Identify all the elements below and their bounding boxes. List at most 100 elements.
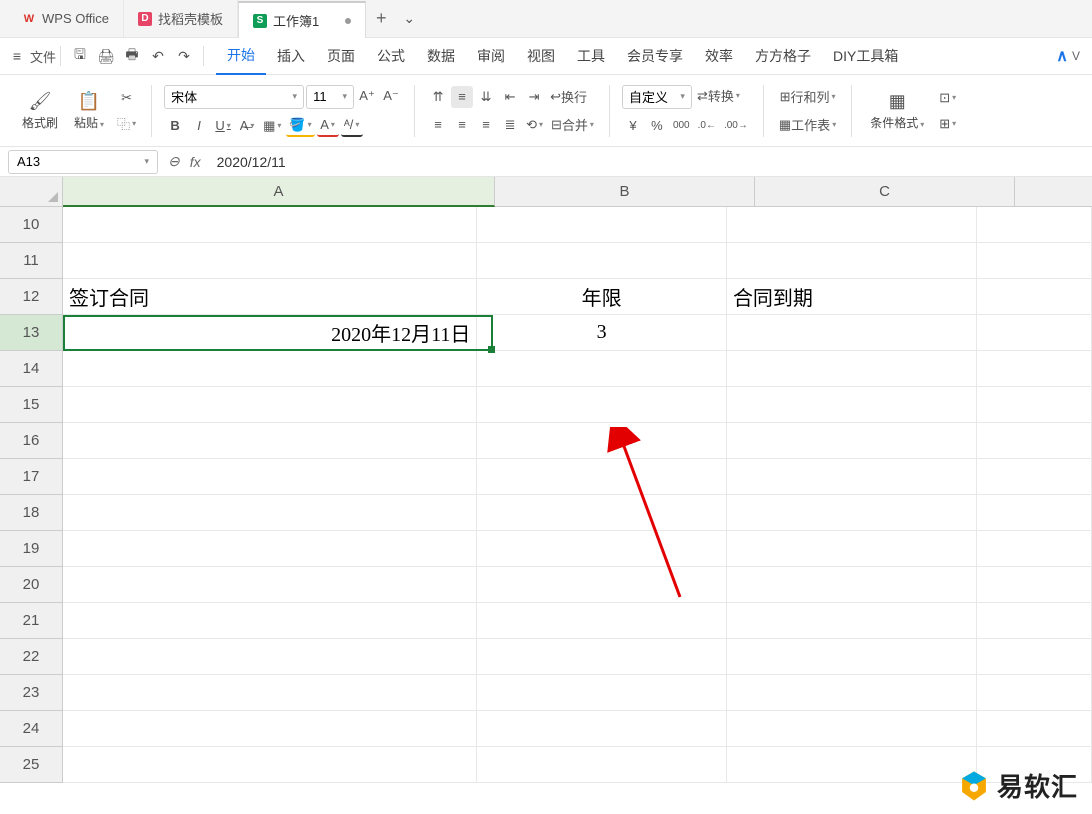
cancel-fx-button[interactable]: ⊖ (168, 153, 180, 170)
row-header-25[interactable]: 25 (0, 747, 63, 783)
cell-C25[interactable] (727, 747, 977, 783)
cell-C18[interactable] (727, 495, 977, 531)
row-header-16[interactable]: 16 (0, 423, 63, 459)
docer-tab[interactable]: D 找稻壳模板 (124, 0, 238, 37)
cell-C24[interactable] (727, 711, 977, 747)
row-header-13[interactable]: 13 (0, 315, 63, 351)
save-button[interactable]: 🖫 (67, 43, 93, 69)
convert-button[interactable]: ⇄转换▾ (694, 85, 743, 107)
cell-B21[interactable] (477, 603, 727, 639)
format-painter-button[interactable]: 🖌 格式刷 (16, 87, 64, 135)
cell-D12[interactable] (977, 279, 1092, 315)
tab-review[interactable]: 审阅 (466, 38, 516, 75)
cell-C19[interactable] (727, 531, 977, 567)
undo-button[interactable]: ↶ (145, 43, 171, 69)
font-size-select[interactable]: 11▾ (306, 85, 354, 109)
redo-button[interactable]: ↷ (171, 43, 197, 69)
cell-B12[interactable]: 年限 (477, 279, 727, 315)
number-format-select[interactable]: 自定义▾ (622, 85, 692, 109)
cell-C11[interactable] (727, 243, 977, 279)
tab-ffgz[interactable]: 方方格子 (744, 38, 822, 75)
rows-cols-button[interactable]: ⊞行和列▾ (776, 86, 839, 108)
cell-B16[interactable] (477, 423, 727, 459)
align-right-button[interactable]: ≡ (475, 114, 497, 136)
tab-view[interactable]: 视图 (516, 38, 566, 75)
row-header-21[interactable]: 21 (0, 603, 63, 639)
hamburger-button[interactable]: ≡ (4, 43, 30, 69)
row-header-18[interactable]: 18 (0, 495, 63, 531)
cell-A25[interactable] (63, 747, 477, 783)
cells-area[interactable]: 签订合同年限合同到期2020年12月11日3 (63, 207, 1092, 814)
worksheet-button[interactable]: ▦工作表▾ (776, 114, 839, 136)
decrease-font-button[interactable]: A⁻ (380, 85, 402, 107)
align-bottom-button[interactable]: ⇊ (475, 86, 497, 108)
cell-B20[interactable] (477, 567, 727, 603)
align-left-button[interactable]: ≡ (427, 114, 449, 136)
cell-B11[interactable] (477, 243, 727, 279)
cell-B14[interactable] (477, 351, 727, 387)
strikethrough-button[interactable]: A̶▾ (236, 115, 258, 137)
cell-A13[interactable]: 2020年12月11日 (63, 315, 477, 351)
fill-color-button[interactable]: 🪣▾ (286, 115, 314, 137)
cell-D16[interactable] (977, 423, 1092, 459)
font-color-button[interactable]: A▾ (317, 115, 339, 137)
cell-A21[interactable] (63, 603, 477, 639)
cond-format-button[interactable]: ▦ 条件格式▾ (864, 87, 930, 135)
row-header-19[interactable]: 19 (0, 531, 63, 567)
col-header-c[interactable]: C (755, 177, 1015, 207)
align-top-button[interactable]: ⇈ (427, 86, 449, 108)
cell-C17[interactable] (727, 459, 977, 495)
cell-A11[interactable] (63, 243, 477, 279)
cell-A15[interactable] (63, 387, 477, 423)
underline-button[interactable]: U▾ (212, 115, 234, 137)
select-all-corner[interactable] (0, 177, 63, 207)
increase-font-button[interactable]: A⁺ (356, 85, 378, 107)
row-header-11[interactable]: 11 (0, 243, 63, 279)
cell-A14[interactable] (63, 351, 477, 387)
cell-D19[interactable] (977, 531, 1092, 567)
cell-B22[interactable] (477, 639, 727, 675)
cell-C10[interactable] (727, 207, 977, 243)
percent-button[interactable]: % (646, 115, 668, 137)
cell-B13[interactable]: 3 (477, 315, 727, 351)
row-header-24[interactable]: 24 (0, 711, 63, 747)
cell-B23[interactable] (477, 675, 727, 711)
tab-data[interactable]: 数据 (416, 38, 466, 75)
row-header-23[interactable]: 23 (0, 675, 63, 711)
row-header-15[interactable]: 15 (0, 387, 63, 423)
name-box[interactable]: A13 ▾ (8, 150, 158, 174)
cell-style-button[interactable]: ⊞▾ (936, 113, 959, 135)
cut-button[interactable]: ✂ (114, 87, 139, 109)
print-button[interactable]: 🖶 (119, 43, 145, 69)
col-header-b[interactable]: B (495, 177, 755, 207)
currency-button[interactable]: ¥ (622, 115, 644, 137)
cell-C13[interactable] (727, 315, 977, 351)
wrap-text-button[interactable]: ↩换行 (547, 86, 590, 108)
row-header-20[interactable]: 20 (0, 567, 63, 603)
bold-button[interactable]: B (164, 115, 186, 137)
cell-B17[interactable] (477, 459, 727, 495)
add-tab-button[interactable]: + (366, 8, 396, 29)
toolbox-button[interactable]: ⊡▾ (936, 87, 959, 109)
cell-C15[interactable] (727, 387, 977, 423)
cell-D17[interactable] (977, 459, 1092, 495)
cell-A18[interactable] (63, 495, 477, 531)
cell-A19[interactable] (63, 531, 477, 567)
decrease-indent-button[interactable]: ⇤ (499, 86, 521, 108)
cell-C16[interactable] (727, 423, 977, 459)
cell-A12[interactable]: 签订合同 (63, 279, 477, 315)
cell-C20[interactable] (727, 567, 977, 603)
cell-A17[interactable] (63, 459, 477, 495)
file-menu[interactable]: 文件 (30, 43, 56, 69)
font-name-select[interactable]: 宋体▾ (164, 85, 304, 109)
orientation-button[interactable]: ⟲▾ (523, 114, 546, 136)
copy-button[interactable]: ⿻▾ (114, 113, 139, 135)
tab-formula[interactable]: 公式 (366, 38, 416, 75)
italic-button[interactable]: I (188, 115, 210, 137)
cell-B10[interactable] (477, 207, 727, 243)
row-header-22[interactable]: 22 (0, 639, 63, 675)
cell-D14[interactable] (977, 351, 1092, 387)
cell-A23[interactable] (63, 675, 477, 711)
cell-A22[interactable] (63, 639, 477, 675)
row-header-14[interactable]: 14 (0, 351, 63, 387)
